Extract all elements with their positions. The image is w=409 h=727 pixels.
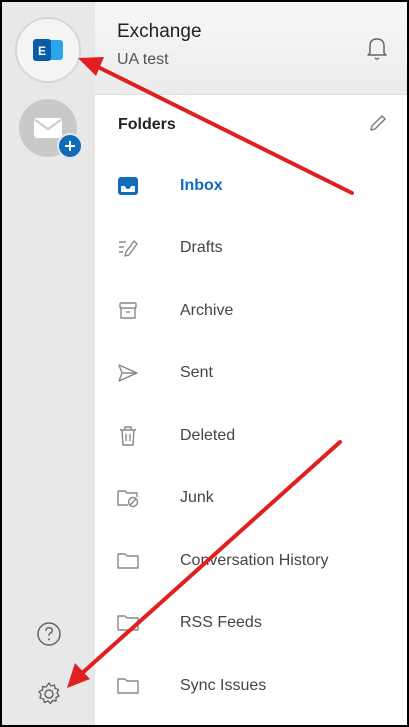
folder-icon	[117, 550, 139, 572]
folder-inbox[interactable]: Inbox	[95, 161, 407, 211]
app-window: E Exchange UA test Folders Inbox Drafts …	[0, 0, 409, 727]
account-name: Exchange	[117, 21, 202, 42]
add-badge	[57, 133, 83, 159]
folder-label: Drafts	[180, 239, 223, 256]
exchange-account-button[interactable]: E	[15, 17, 81, 83]
folder-conversation-history[interactable]: Conversation History	[95, 536, 407, 586]
plus-icon	[65, 141, 75, 151]
edit-pencil-icon[interactable]	[367, 112, 389, 134]
account-email: UA test	[117, 51, 169, 68]
folder-junk[interactable]: Junk	[95, 473, 407, 523]
account-rail: E	[2, 2, 95, 725]
folder-rss-feeds[interactable]: RSS Feeds	[95, 598, 407, 648]
trash-icon	[117, 425, 139, 447]
folder-label: Junk	[180, 489, 214, 506]
folder-sync-issues[interactable]: Sync Issues	[95, 661, 407, 711]
junk-folder-icon	[117, 487, 139, 509]
folder-archive[interactable]: Archive	[95, 286, 407, 336]
outlook-logo-icon: E	[33, 39, 63, 61]
folder-label: Sent	[180, 364, 213, 381]
avatar-letter: E	[38, 44, 46, 58]
mail-icon	[34, 118, 62, 138]
settings-button[interactable]	[34, 679, 64, 709]
folder-label: Sync Issues	[180, 677, 267, 694]
folder-icon	[117, 612, 139, 634]
folder-sent[interactable]: Sent	[95, 348, 407, 398]
add-account-button[interactable]	[19, 99, 83, 159]
help-button[interactable]	[34, 619, 64, 649]
bell-icon[interactable]	[365, 34, 389, 62]
folder-drafts[interactable]: Drafts	[95, 223, 407, 273]
folder-label: RSS Feeds	[180, 614, 262, 631]
account-header: Exchange UA test	[95, 2, 407, 95]
folder-label: Deleted	[180, 427, 236, 444]
help-icon	[37, 622, 61, 646]
drafts-icon	[117, 237, 139, 259]
folder-label: Conversation History	[180, 552, 329, 569]
folder-icon	[117, 675, 139, 697]
settings-gear-icon	[38, 682, 60, 705]
archive-icon	[117, 300, 139, 322]
folder-label: Inbox	[180, 177, 223, 194]
sent-icon	[117, 362, 139, 384]
inbox-icon	[117, 175, 139, 197]
folder-label: Archive	[180, 302, 234, 319]
folders-heading: Folders	[118, 116, 176, 133]
folder-deleted[interactable]: Deleted	[95, 411, 407, 461]
